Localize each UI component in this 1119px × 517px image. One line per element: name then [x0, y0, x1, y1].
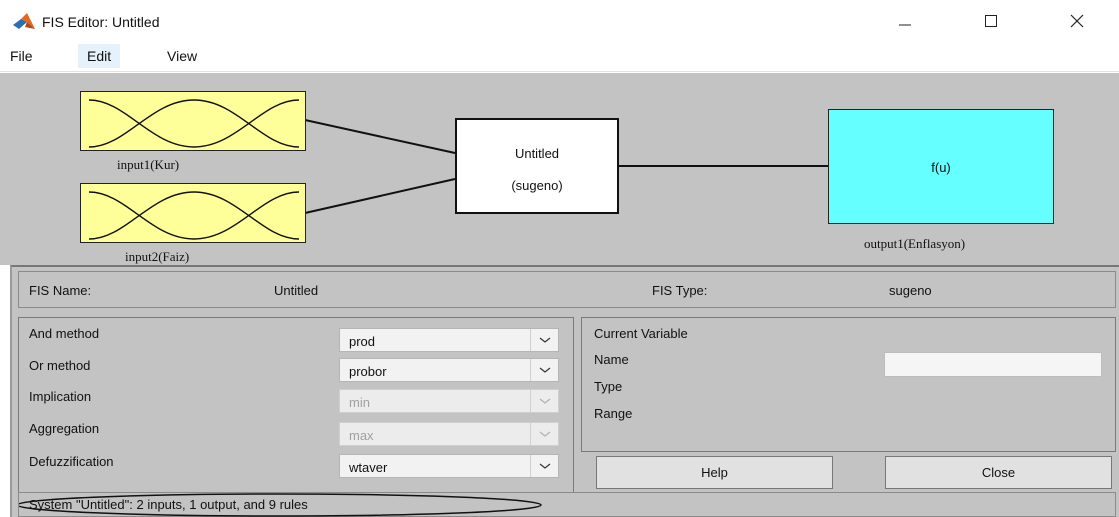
window-title: FIS Editor: Untitled: [42, 14, 160, 30]
menu-file[interactable]: File: [1, 44, 42, 68]
title-bar: FIS Editor: Untitled: [0, 0, 1119, 40]
status-bar: System "Untitled": 2 inputs, 1 output, a…: [18, 492, 1116, 517]
chevron-down-icon: [530, 359, 558, 381]
methods-panel: And method prod Or method probor Implica…: [18, 317, 574, 499]
minimize-icon: [899, 24, 911, 26]
close-window-button[interactable]: [1054, 6, 1100, 36]
maximize-icon: [985, 15, 997, 27]
output1-block[interactable]: f(u): [828, 109, 1054, 224]
variable-name-field[interactable]: [884, 352, 1102, 377]
chevron-down-icon: [530, 390, 558, 412]
membership-functions-icon: [88, 191, 300, 240]
fis-name-label: FIS Name:: [29, 283, 92, 298]
input1-block[interactable]: [80, 91, 306, 151]
close-icon: [1070, 14, 1084, 28]
input2-label: input2(Faiz): [125, 249, 190, 264]
system-name: Untitled: [514, 146, 560, 161]
or-method-dropdown[interactable]: probor: [339, 358, 559, 382]
menu-bar: File Edit View: [0, 40, 1119, 72]
output-function-symbol: f(u): [931, 160, 951, 175]
chevron-down-icon: [530, 455, 558, 477]
system-block[interactable]: Untitled (sugeno): [455, 118, 619, 214]
menu-edit[interactable]: Edit: [78, 44, 121, 68]
and-method-dropdown[interactable]: prod: [339, 328, 559, 352]
fis-type-value: sugeno: [889, 283, 932, 298]
defuzzification-label: Defuzzification: [29, 454, 114, 469]
chevron-down-icon: [530, 423, 558, 445]
range-label: Range: [594, 406, 633, 421]
help-button[interactable]: Help: [596, 456, 833, 489]
aggregation-label: Aggregation: [29, 421, 100, 436]
membership-functions-icon: [88, 99, 300, 148]
or-method-label: Or method: [29, 358, 91, 373]
current-variable-heading: Current Variable: [594, 326, 688, 341]
implication-dropdown[interactable]: min: [339, 389, 559, 413]
defuzzification-dropdown[interactable]: wtaver: [339, 454, 559, 478]
minimize-button[interactable]: [882, 6, 928, 36]
fis-type-label: FIS Type:: [652, 283, 708, 298]
and-method-label: And method: [29, 326, 100, 341]
menu-view[interactable]: View: [158, 44, 206, 68]
output1-label: output1(Enflasyon): [864, 236, 966, 251]
current-variable-panel: Current Variable Name Type Range: [581, 317, 1116, 452]
maximize-button[interactable]: [968, 6, 1014, 36]
fis-info-bar: FIS Name: Untitled FIS Type: sugeno: [18, 271, 1116, 308]
system-type: (sugeno): [511, 178, 563, 193]
chevron-down-icon: [530, 329, 558, 351]
aggregation-dropdown[interactable]: max: [339, 422, 559, 446]
type-label: Type: [594, 379, 623, 394]
fis-name-value[interactable]: Untitled: [274, 283, 318, 298]
fis-diagram: input1(Kur) input2(Faiz) Untitled (sugen…: [0, 73, 1119, 265]
status-text: System "Untitled": 2 inputs, 1 output, a…: [29, 497, 308, 512]
input1-label: input1(Kur): [117, 157, 180, 172]
matlab-logo-icon: [13, 13, 35, 31]
close-button[interactable]: Close: [885, 456, 1112, 489]
properties-panel: FIS Name: Untitled FIS Type: sugeno And …: [10, 265, 1119, 517]
name-label: Name: [594, 352, 629, 367]
input2-block[interactable]: [80, 183, 306, 243]
implication-label: Implication: [29, 389, 92, 404]
